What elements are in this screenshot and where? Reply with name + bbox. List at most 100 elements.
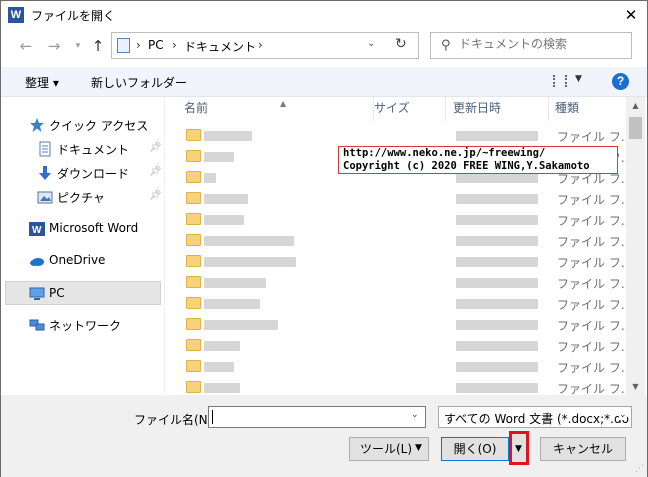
forward-button[interactable]: →	[43, 36, 65, 56]
folder-icon	[186, 192, 201, 204]
open-file-dialog: W ファイルを開く ✕ ← → ▾ ↑ › PC › ドキュメント › ⌄ ↻ …	[0, 0, 648, 477]
vertical-scrollbar[interactable]: ▲ ▼	[626, 97, 645, 395]
blurred-date	[456, 257, 538, 267]
sidebar-item-onedrive[interactable]: OneDrive	[5, 249, 161, 273]
sidebar-item-documents[interactable]: ドキュメント 📌︎	[5, 137, 162, 161]
column-name-label: 名前	[184, 101, 209, 115]
open-button[interactable]: 開く(O)	[441, 437, 509, 461]
file-type: ファイル フ...	[557, 298, 626, 312]
scroll-thumb[interactable]	[629, 117, 642, 139]
list-item[interactable]: ファイル フ...	[166, 272, 626, 293]
blurred-date	[456, 236, 538, 246]
download-icon	[39, 166, 51, 180]
pin-icon[interactable]: 📌︎	[149, 190, 162, 201]
svg-text:W: W	[32, 225, 42, 236]
file-type: ファイル フ...	[557, 361, 626, 375]
sidebar-item-downloads[interactable]: ダウンロード 📌︎	[5, 161, 162, 185]
column-name[interactable]: ▲ 名前	[178, 97, 374, 121]
cloud-icon	[30, 258, 44, 266]
organize-button[interactable]: 整理 ▾	[25, 74, 59, 91]
address-bar[interactable]: › PC › ドキュメント › ⌄ ↻	[111, 32, 419, 59]
network-icon	[29, 319, 45, 331]
pin-icon[interactable]: 📌︎	[149, 142, 162, 153]
column-size[interactable]: サイズ	[368, 97, 446, 121]
resize-grip-icon[interactable]: ⋰	[635, 464, 644, 474]
list-item[interactable]: ファイル フ...	[166, 314, 626, 335]
folder-icon	[186, 339, 201, 351]
pin-icon[interactable]: 📌︎	[149, 166, 162, 177]
computer-icon	[29, 287, 45, 300]
sidebar-item-microsoft-word[interactable]: W Microsoft Word	[5, 217, 161, 241]
pictures-icon	[37, 191, 53, 204]
sidebar-item-quick-access[interactable]: クイック アクセス	[5, 113, 161, 137]
scroll-up-icon[interactable]: ▲	[626, 97, 645, 114]
breadcrumb-documents[interactable]: ドキュメント	[184, 38, 256, 55]
cancel-button[interactable]: キャンセル	[540, 437, 626, 461]
list-item[interactable]: ファイル フ...	[166, 251, 626, 272]
file-type: ファイル フ...	[557, 382, 626, 395]
sidebar-label: Microsoft Word	[49, 221, 139, 235]
list-item[interactable]: ファイル フ...	[166, 377, 626, 395]
new-folder-button[interactable]: 新しいフォルダー	[91, 74, 187, 91]
folder-icon	[186, 171, 201, 183]
help-icon[interactable]: ?	[612, 73, 629, 90]
column-type-label: 種類	[555, 101, 580, 115]
forward-arrow-icon: →	[47, 37, 61, 55]
column-modified[interactable]: 更新日時	[447, 97, 549, 121]
back-arrow-icon: ←	[19, 37, 33, 55]
filename-input[interactable]	[208, 406, 426, 428]
column-type[interactable]: 種類	[549, 97, 626, 121]
chevron-right-icon: ›	[258, 38, 263, 52]
file-type: ファイル フ...	[557, 340, 626, 354]
up-button[interactable]: ↑	[87, 36, 109, 56]
note-url: http://www.neko.ne.jp/~freewing/	[343, 147, 546, 159]
recent-locations-button[interactable]: ▾	[67, 36, 89, 56]
refresh-icon[interactable]: ↻	[395, 36, 407, 52]
list-item[interactable]: ファイル フ...	[166, 209, 626, 230]
scroll-down-icon[interactable]: ▼	[626, 378, 645, 395]
tools-dropdown-icon[interactable]: ▼	[415, 443, 422, 453]
file-type-filter[interactable]: すべての Word 文書 (*.docx;*.do	[438, 406, 632, 428]
navigation-pane: クイック アクセス ドキュメント 📌︎ ダウンロード 📌︎ ピクチャ 📌︎ W …	[1, 97, 165, 395]
sidebar-label: PC	[49, 286, 65, 300]
dropdown-arrow-icon: ▼	[515, 444, 522, 454]
blurred-date	[456, 131, 538, 141]
sidebar-item-pc[interactable]: PC	[5, 281, 161, 305]
blurred-name	[204, 236, 294, 246]
open-options-dropdown-button[interactable]: ▼	[509, 431, 529, 465]
list-item[interactable]: ファイル フ...	[166, 188, 626, 209]
column-size-label: サイズ	[374, 101, 410, 115]
folder-location-icon	[117, 38, 130, 53]
blurred-name	[204, 215, 244, 225]
list-item[interactable]: ファイル フ...	[166, 293, 626, 314]
sidebar-item-pictures[interactable]: ピクチャ 📌︎	[5, 185, 162, 209]
blurred-name	[204, 341, 240, 351]
list-item[interactable]: ファイル フ...	[166, 335, 626, 356]
file-type: ファイル フ...	[557, 214, 626, 228]
sort-up-icon: ▲	[280, 99, 287, 108]
breadcrumb-pc[interactable]: PC	[148, 38, 164, 52]
list-item[interactable]: ファイル フ...	[166, 356, 626, 377]
search-box[interactable]: ⚲	[430, 32, 632, 59]
search-input[interactable]	[459, 37, 629, 51]
view-options-icon[interactable]	[553, 75, 567, 87]
word-app-icon: W	[8, 7, 24, 23]
close-button[interactable]: ✕	[615, 1, 647, 29]
close-icon: ✕	[624, 6, 638, 24]
blurred-date	[456, 341, 538, 351]
address-dropdown-icon[interactable]: ⌄	[367, 38, 375, 49]
sidebar-item-network[interactable]: ネットワーク	[5, 313, 161, 337]
list-item[interactable]: ファイル フ...	[166, 230, 626, 251]
filename-dropdown-icon[interactable]: ⌄	[411, 410, 419, 420]
filter-dropdown-icon[interactable]: ⌄	[619, 410, 627, 420]
list-item[interactable]: ファイル フ...	[166, 125, 626, 146]
tools-label: ツール(L)	[360, 442, 413, 456]
view-dropdown-icon[interactable]: ▼	[575, 74, 582, 84]
folder-icon	[186, 213, 201, 225]
note-copyright: Copyright (c) 2020 FREE WING,Y.Sakamoto	[343, 160, 590, 172]
blurred-date	[456, 173, 538, 183]
file-type: ファイル フ...	[557, 235, 626, 249]
blurred-name	[204, 257, 296, 267]
back-button[interactable]: ←	[15, 36, 37, 56]
sidebar-label: OneDrive	[49, 253, 106, 267]
